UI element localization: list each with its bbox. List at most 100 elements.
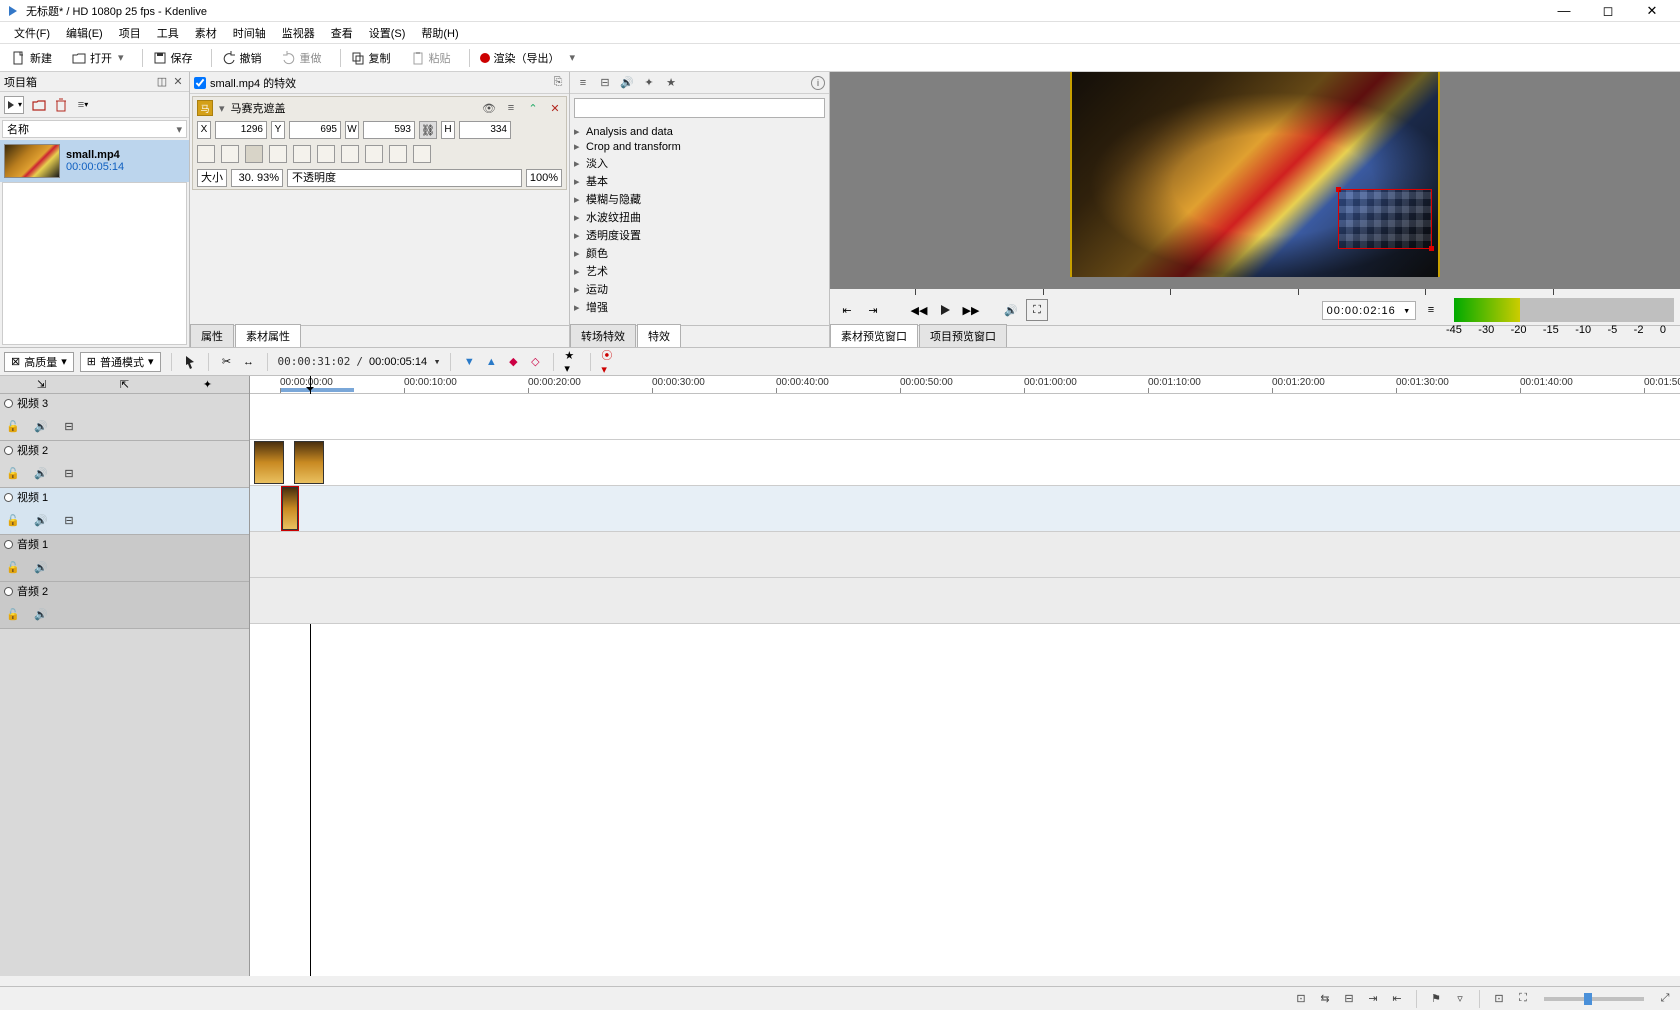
maximize-button[interactable]: ◻: [1586, 0, 1630, 22]
status-btn-4[interactable]: ⇥: [1364, 990, 1382, 1008]
effects-search-input[interactable]: [574, 98, 825, 118]
minimize-button[interactable]: —: [1542, 0, 1586, 22]
tab-effects[interactable]: 特效: [637, 324, 681, 347]
preview-quality-dropdown[interactable]: ⊠ 高质量 ▾: [4, 352, 74, 372]
insert-v-icon[interactable]: ▼: [461, 354, 477, 370]
align-btn-4[interactable]: [269, 145, 287, 163]
w-input[interactable]: 593: [363, 121, 415, 139]
timeline-clip[interactable]: [254, 441, 284, 484]
menu-file[interactable]: 文件(F): [6, 23, 58, 43]
zone-out-icon[interactable]: ⇥: [862, 299, 884, 321]
track-v3[interactable]: [250, 394, 1680, 440]
tab-clip-monitor[interactable]: 素材预览窗口: [830, 324, 918, 347]
monitor-menu-icon[interactable]: ≡: [1420, 299, 1442, 321]
size-input[interactable]: 30. 93%: [231, 169, 283, 187]
volume-icon[interactable]: 🔊: [1000, 299, 1022, 321]
timeline-zone[interactable]: [280, 388, 354, 392]
rewind-icon[interactable]: ◀◀: [908, 299, 930, 321]
status-expand-icon[interactable]: ⤢: [1656, 990, 1674, 1008]
track-a1[interactable]: [250, 532, 1680, 578]
effect-menu-icon[interactable]: ≡: [504, 101, 518, 115]
pin-icon[interactable]: ⎘: [551, 76, 565, 90]
tab-project-monitor[interactable]: 项目预览窗口: [919, 324, 1007, 347]
folder-icon[interactable]: [32, 98, 46, 112]
spacer-tool-icon[interactable]: ↔: [241, 354, 257, 370]
tab-clip-properties[interactable]: 素材属性: [235, 324, 301, 347]
opacity-input[interactable]: 100%: [526, 169, 562, 187]
track-v2[interactable]: [250, 440, 1680, 486]
align-btn-2[interactable]: [221, 145, 239, 163]
effect-category[interactable]: ▸水波纹扭曲: [570, 208, 829, 226]
favorite-effect-icon[interactable]: ★ ▾: [564, 354, 580, 370]
x-input[interactable]: 1296: [215, 121, 267, 139]
lock-icon[interactable]: 🔓: [4, 417, 22, 435]
forward-icon[interactable]: ▶▶: [960, 299, 982, 321]
effect-selection-box[interactable]: [1338, 189, 1432, 249]
fx-list-icon[interactable]: ≡: [576, 76, 590, 90]
menu-project[interactable]: 项目: [111, 23, 149, 43]
fx-video-icon[interactable]: ⊟: [598, 76, 612, 90]
mute-icon[interactable]: 🔊: [32, 558, 50, 576]
status-btn-2[interactable]: ⇆: [1316, 990, 1334, 1008]
track-header-a2[interactable]: 音频 2 🔓🔊: [0, 582, 249, 629]
status-btn-1[interactable]: ⊡: [1292, 990, 1310, 1008]
status-flag-icon[interactable]: ⚑: [1427, 990, 1445, 1008]
align-btn-1[interactable]: [197, 145, 215, 163]
eye-icon[interactable]: 👁: [482, 101, 496, 115]
zoom-slider[interactable]: [1544, 997, 1644, 1001]
monitor-ruler[interactable]: [830, 289, 1680, 295]
edit-mode-dropdown[interactable]: ⊞ 普通模式 ▾: [80, 352, 161, 372]
menu-edit[interactable]: 编辑(E): [58, 23, 111, 43]
align-btn-6[interactable]: [317, 145, 335, 163]
copy-button[interactable]: 复制: [345, 48, 397, 68]
align-btn-9[interactable]: [389, 145, 407, 163]
align-btn-8[interactable]: [365, 145, 383, 163]
track-v1[interactable]: [250, 486, 1680, 532]
fx-info-icon[interactable]: i: [811, 76, 825, 90]
preview-render-icon[interactable]: ⦿ ▾: [601, 354, 617, 370]
fx-custom-icon[interactable]: ✦: [642, 76, 656, 90]
status-fit-icon[interactable]: ⛶: [1514, 990, 1532, 1008]
razor-tool-icon[interactable]: ✂: [219, 354, 235, 370]
lift-icon[interactable]: ◇: [527, 354, 543, 370]
video-icon[interactable]: ⊟: [60, 464, 78, 482]
add-clip-dropdown[interactable]: ▾: [4, 96, 24, 114]
status-btn-3[interactable]: ⊟: [1340, 990, 1358, 1008]
track-a2[interactable]: [250, 578, 1680, 624]
lock-aspect-icon[interactable]: ⛓: [419, 121, 437, 139]
timeline-clip[interactable]: [294, 441, 324, 484]
effect-category[interactable]: ▸艺术: [570, 262, 829, 280]
delete-clip-icon[interactable]: [54, 98, 68, 112]
menu-settings[interactable]: 设置(S): [361, 23, 414, 43]
track-header-v2[interactable]: 视频 2 🔓🔊⊟: [0, 441, 249, 488]
effect-category[interactable]: ▸Crop and transform: [570, 139, 829, 154]
track-header-btn-3[interactable]: ✦: [200, 377, 216, 393]
undo-button[interactable]: 撤销: [216, 48, 268, 68]
bin-clip-item[interactable]: small.mp4 00:00:05:14: [0, 140, 189, 182]
mute-icon[interactable]: 🔊: [32, 511, 50, 529]
render-button[interactable]: 渲染（导出）▾: [474, 48, 582, 68]
menu-timeline[interactable]: 时间轴: [225, 23, 274, 43]
menu-monitor[interactable]: 监视器: [274, 23, 323, 43]
fx-fav-icon[interactable]: ★: [664, 76, 678, 90]
y-input[interactable]: 695: [289, 121, 341, 139]
track-header-v3[interactable]: 视频 3 🔓🔊⊟: [0, 394, 249, 441]
menu-view[interactable]: 查看: [323, 23, 361, 43]
lock-icon[interactable]: 🔓: [4, 558, 22, 576]
timeline-ruler[interactable]: 00:00:00:0000:00:10:0000:00:20:0000:00:3…: [250, 376, 1680, 394]
lock-icon[interactable]: 🔓: [4, 511, 22, 529]
insert-a-icon[interactable]: ▲: [483, 354, 499, 370]
effect-category[interactable]: ▸颜色: [570, 244, 829, 262]
effect-category[interactable]: ▸模糊与隐藏: [570, 190, 829, 208]
redo-button[interactable]: 重做: [276, 48, 328, 68]
mute-icon[interactable]: 🔊: [32, 464, 50, 482]
monitor-timecode[interactable]: 00:00:02:16 ▾: [1322, 301, 1416, 320]
align-btn-3[interactable]: [245, 145, 263, 163]
fx-audio-icon[interactable]: 🔊: [620, 76, 634, 90]
paste-button[interactable]: 粘贴: [405, 48, 457, 68]
status-btn-5[interactable]: ⇤: [1388, 990, 1406, 1008]
close-panel-icon[interactable]: ✕: [171, 75, 185, 89]
effect-close-icon[interactable]: ✕: [548, 101, 562, 115]
mute-icon[interactable]: 🔊: [32, 417, 50, 435]
save-button[interactable]: 保存: [147, 48, 199, 68]
